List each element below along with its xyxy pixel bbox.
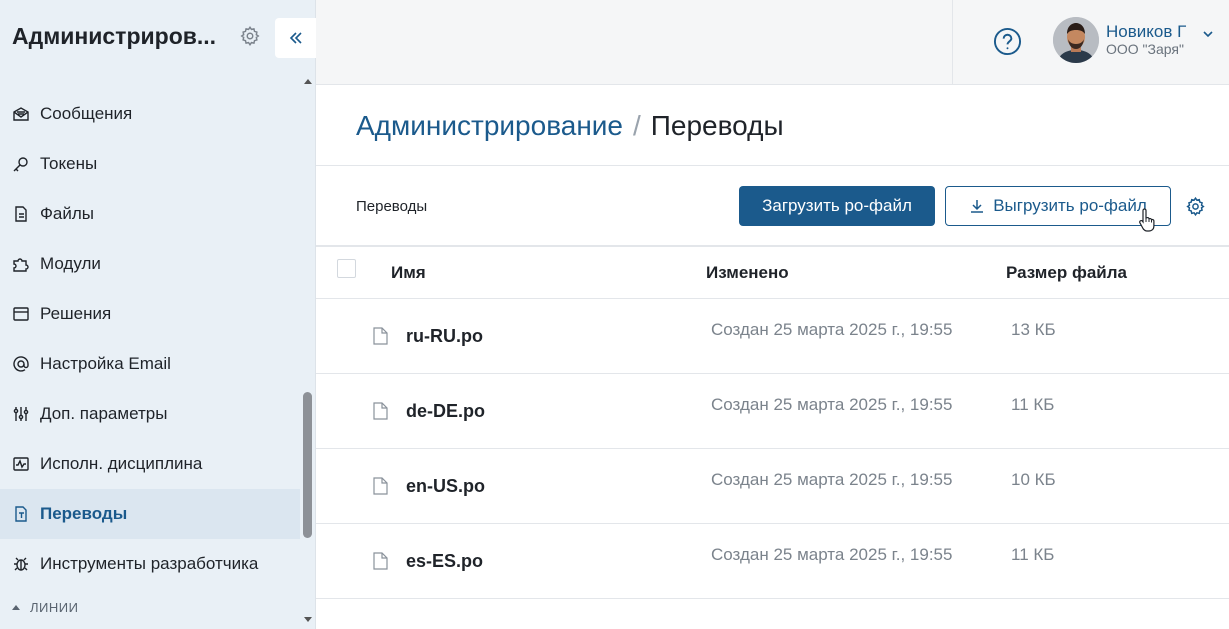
file-name[interactable]: de-DE.po [406,401,485,422]
files-table: Имя Изменено Размер файла ru-RU.po Созда… [316,248,1229,599]
file-icon [373,327,388,345]
sidebar-item-label: Исполн. дисциплина [40,454,203,473]
help-icon[interactable] [993,27,1022,56]
file-name[interactable]: ru-RU.po [406,326,483,347]
sidebar-item-label: Доп. параметры [40,404,168,423]
page-title: Переводы [650,110,784,141]
page-header: Администрирование / Переводы [316,86,1229,166]
sidebar-item-translations[interactable]: Переводы [0,489,300,539]
sidebar-item-label: Переводы [40,504,128,523]
caret-up-icon [12,605,20,610]
sidebar-item-label: Инструменты разработчика [40,554,259,573]
translate-file-icon [12,505,30,523]
puzzle-icon [12,255,30,273]
file-size: 13 КБ [1011,320,1056,339]
table-row[interactable]: es-ES.po Создан 25 марта 2025 г., 19:55 … [316,524,1229,599]
sidebar-item-files[interactable]: Файлы [0,189,300,239]
table-settings-gear-icon[interactable] [1185,196,1206,217]
hand-cursor-icon [1138,208,1156,234]
chevron-down-icon[interactable] [1202,27,1214,39]
sidebar-scrollbar[interactable] [300,76,316,629]
user-name[interactable]: Новиков Г [1106,22,1186,42]
sidebar-item-label: Токены [40,154,98,173]
sidebar-item-modules[interactable]: Модули [0,239,300,289]
scroll-up-arrow-icon[interactable] [304,79,312,84]
file-icon [373,477,388,495]
divider [952,0,953,85]
sidebar-section-lines[interactable]: ЛИНИИ [12,600,78,615]
file-icon [12,205,30,223]
sidebar-item-label: Модули [40,254,101,273]
sidebar-item-label: Решения [40,304,112,323]
sidebar-item-label: Сообщения [40,104,133,123]
at-icon [12,355,30,373]
sidebar-section-label: ЛИНИИ [30,600,79,615]
message-icon [12,105,30,123]
breadcrumb-parent-link[interactable]: Администрирование [356,110,623,141]
toolbar: Переводы Загрузить po-файл Выгрузить po-… [316,166,1229,247]
sidebar-item-tokens[interactable]: Токены [0,139,300,189]
sidebar-item-extra-params[interactable]: Доп. параметры [0,389,300,439]
table-row[interactable]: en-US.po Создан 25 марта 2025 г., 19:55 … [316,449,1229,524]
collapse-sidebar-button[interactable] [275,18,316,58]
column-header-size[interactable]: Размер файла [1006,263,1127,283]
sidebar-item-label: Файлы [40,204,95,223]
upload-po-file-button[interactable]: Загрузить po-файл [739,186,935,226]
sidebar-item-dev-tools[interactable]: Инструменты разработчика [0,539,300,589]
sidebar: Администриров... Сообщения Токены Файлы … [0,0,316,629]
table-row[interactable]: ru-RU.po Создан 25 марта 2025 г., 19:55 … [316,299,1229,374]
select-all-checkbox[interactable] [337,259,356,278]
column-header-modified[interactable]: Изменено [706,263,789,283]
top-bar: Новиков Г ООО "Заря" [316,0,1229,85]
breadcrumb-separator: / [633,110,641,141]
toolbar-title: Переводы [356,198,428,215]
activity-icon [12,455,30,473]
sidebar-item-email-settings[interactable]: Настройка Email [0,339,300,389]
breadcrumb: Администрирование / Переводы [356,110,784,142]
table-header: Имя Изменено Размер файла [316,248,1229,299]
scroll-down-arrow-icon[interactable] [304,617,312,622]
file-modified: Создан 25 марта 2025 г., 19:55 [711,545,953,564]
file-size: 11 КБ [1011,395,1055,414]
scroll-thumb[interactable] [303,392,312,538]
sidebar-item-discipline[interactable]: Исполн. дисциплина [0,439,300,489]
file-modified: Создан 25 марта 2025 г., 19:55 [711,395,953,414]
table-row[interactable]: de-DE.po Создан 25 марта 2025 г., 19:55 … [316,374,1229,449]
sidebar-title: Администриров... [12,23,217,49]
user-organization: ООО "Заря" [1106,41,1184,57]
column-header-name[interactable]: Имя [391,263,426,283]
sliders-icon [12,405,30,423]
avatar[interactable] [1053,17,1099,63]
gear-icon[interactable] [239,25,261,47]
sidebar-nav: Сообщения Токены Файлы Модули Решения На… [0,89,300,589]
window-icon [12,305,30,323]
file-icon [373,402,388,420]
file-name[interactable]: es-ES.po [406,551,483,572]
bug-icon [12,555,30,573]
file-icon [373,552,388,570]
file-modified: Создан 25 марта 2025 г., 19:55 [711,470,953,489]
download-button-label: Выгрузить po-файл [993,196,1147,215]
file-size: 10 КБ [1011,470,1056,489]
sidebar-header: Администриров... [0,0,316,76]
sidebar-item-messages[interactable]: Сообщения [0,89,300,139]
download-icon [971,200,984,213]
file-modified: Создан 25 марта 2025 г., 19:55 [711,320,953,339]
key-icon [12,155,30,173]
file-size: 11 КБ [1011,545,1055,564]
double-chevron-left-icon [289,32,302,44]
sidebar-item-label: Настройка Email [40,354,171,373]
sidebar-item-solutions[interactable]: Решения [0,289,300,339]
file-name[interactable]: en-US.po [406,476,485,497]
